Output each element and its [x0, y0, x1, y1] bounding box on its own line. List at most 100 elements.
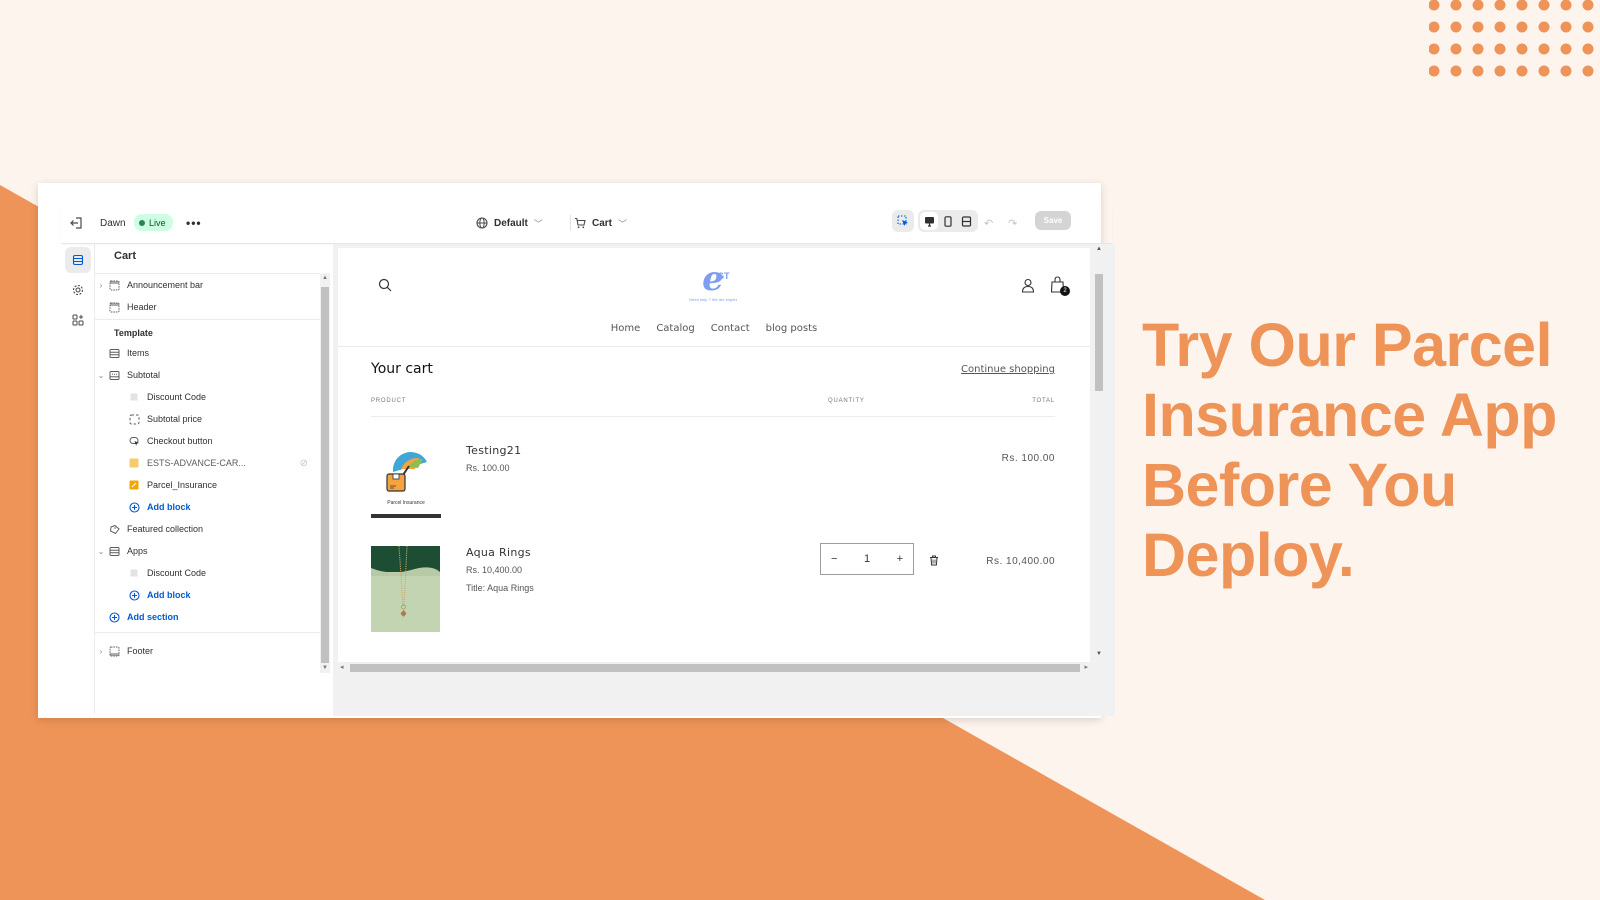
scroll-down-arrow[interactable]: ▼	[1096, 651, 1102, 657]
inspector-icon	[897, 215, 908, 226]
globe-icon	[476, 217, 488, 229]
decorative-dot-grid	[1429, 0, 1594, 77]
group-divider	[95, 632, 320, 633]
column-header-product: PRODUCT	[371, 398, 407, 404]
decorative-dot	[1494, 65, 1506, 77]
tree-item-subtotal[interactable]: ⌄ Subtotal	[95, 365, 320, 385]
decorative-dot	[1450, 43, 1462, 55]
tree-block-subtotal-price[interactable]: Subtotal price	[95, 409, 320, 429]
product-image[interactable]	[371, 546, 440, 632]
scrollbar-thumb[interactable]	[1095, 274, 1103, 391]
desktop-icon	[924, 216, 934, 227]
preview-horizontal-scrollbar[interactable]: ◂ ▸	[338, 662, 1090, 674]
tree-item-announcement-bar[interactable]: › Announcement bar	[95, 275, 320, 295]
hero-line: Deploy.	[1142, 521, 1355, 589]
scrollbar-thumb[interactable]	[321, 287, 329, 663]
nav-link-home[interactable]: Home	[611, 323, 641, 334]
quantity-increase-button[interactable]: +	[897, 553, 903, 565]
page-selector[interactable]: Cart ﹀	[574, 208, 627, 238]
decorative-dot	[1560, 65, 1572, 77]
decorative-dot	[1538, 65, 1550, 77]
line-total: Rs. 100.00	[1001, 453, 1055, 464]
scrollbar-thumb[interactable]	[350, 664, 1080, 672]
tree-item-header[interactable]: Header	[95, 297, 320, 317]
app-block-icon	[130, 393, 138, 401]
redo-button[interactable]: ↷	[1008, 208, 1017, 238]
rail-settings-button[interactable]	[65, 277, 91, 303]
market-selector[interactable]: Default ﹀	[476, 208, 543, 238]
chevron-down-icon[interactable]: ⌄	[95, 371, 107, 380]
rail-sections-button[interactable]	[65, 247, 91, 273]
rail-apps-button[interactable]	[65, 307, 91, 333]
desktop-view-button[interactable]	[920, 212, 939, 230]
product-unit-price: Rs. 100.00	[466, 463, 510, 473]
remove-item-button[interactable]	[929, 553, 939, 571]
add-section-button[interactable]: Add section	[95, 607, 320, 627]
logo-mark: e	[702, 259, 724, 299]
add-block-button[interactable]: Add block	[95, 585, 320, 605]
store-logo[interactable]: e ST Need help ? We are expert	[678, 262, 748, 306]
scroll-up-arrow[interactable]: ▲	[1096, 246, 1102, 252]
scroll-down-arrow[interactable]: ▼	[322, 665, 328, 671]
decorative-dot	[1472, 21, 1484, 33]
preview-vertical-scrollbar[interactable]: ▲ ▼	[1093, 244, 1105, 659]
chevron-right-icon[interactable]: ›	[95, 281, 107, 290]
decorative-dot	[1560, 43, 1572, 55]
decorative-dot	[1560, 21, 1572, 33]
undo-button[interactable]: ↶	[984, 208, 993, 238]
parcel-insurance-image: Parcel Insurance	[371, 442, 441, 518]
cart-button[interactable]: 2	[1050, 276, 1070, 299]
more-actions-button[interactable]: •••	[186, 208, 202, 238]
product-name-link[interactable]: Testing21	[466, 444, 521, 457]
quantity-input[interactable]: 1	[864, 553, 870, 565]
nav-link-contact[interactable]: Contact	[711, 323, 750, 334]
tree-item-apps[interactable]: ⌄ Apps	[95, 541, 320, 561]
scroll-right-arrow[interactable]: ▸	[1084, 663, 1088, 671]
nav-link-catalog[interactable]: Catalog	[656, 323, 694, 334]
tree-item-label: Footer	[127, 646, 154, 656]
quantity-decrease-button[interactable]: −	[831, 553, 837, 565]
continue-shopping-link[interactable]: Continue shopping	[961, 364, 1055, 375]
page-label: Cart	[592, 217, 613, 229]
tree-block-ests-advance-cart[interactable]: ESTS-ADVANCE-CAR... ⊘	[95, 453, 320, 473]
tree-item-label: Parcel_Insurance	[147, 480, 218, 490]
quantity-stepper: − 1 +	[820, 543, 914, 575]
tree-item-featured-collection[interactable]: Featured collection	[95, 519, 320, 539]
decorative-dot	[1450, 21, 1462, 33]
store-search-button[interactable]	[378, 278, 392, 297]
tree-item-items[interactable]: Items	[95, 343, 320, 363]
tree-block-discount-code[interactable]: Discount Code	[95, 563, 320, 583]
inspector-toggle-button[interactable]	[892, 210, 914, 232]
product-image[interactable]: Parcel Insurance	[371, 442, 441, 518]
trash-icon	[930, 555, 938, 566]
add-block-button[interactable]: Add block	[95, 497, 320, 517]
tree-block-parcel-insurance[interactable]: Parcel_Insurance	[95, 475, 320, 495]
account-button[interactable]	[1021, 278, 1035, 298]
chevron-down-icon: ﹀	[533, 218, 543, 229]
sidebar-scrollbar[interactable]: ▲ ▼	[320, 273, 330, 673]
nav-link-blog-posts[interactable]: blog posts	[766, 323, 818, 334]
app-block-icon	[130, 569, 138, 577]
tree-item-footer[interactable]: › Footer	[95, 641, 320, 661]
header-section-icon	[109, 280, 119, 290]
product-name-link[interactable]: Aqua Rings	[466, 546, 531, 559]
tree-item-label: Checkout button	[147, 436, 213, 446]
price-block-icon	[129, 414, 139, 424]
group-divider	[95, 319, 320, 320]
tree-block-checkout-button[interactable]: Checkout button	[95, 431, 320, 451]
mobile-view-button[interactable]	[939, 212, 957, 230]
chevron-right-icon[interactable]: ›	[95, 647, 107, 656]
scroll-up-arrow[interactable]: ▲	[322, 275, 328, 281]
chevron-down-icon[interactable]: ⌄	[95, 547, 107, 556]
eye-hidden-icon[interactable]: ⊘	[300, 458, 308, 469]
tree-block-discount-code[interactable]: Discount Code	[95, 387, 320, 407]
sections-icon	[72, 254, 84, 266]
save-button[interactable]: Save	[1035, 211, 1071, 230]
product-option: Title: Aqua Rings	[466, 583, 534, 593]
scroll-left-arrow[interactable]: ◂	[340, 663, 344, 671]
live-status-badge: Live	[134, 214, 173, 231]
fullscreen-view-button[interactable]	[958, 212, 976, 230]
decorative-dot	[1429, 0, 1440, 11]
exit-button[interactable]	[70, 208, 86, 238]
logo-suffix: ST	[718, 271, 730, 281]
